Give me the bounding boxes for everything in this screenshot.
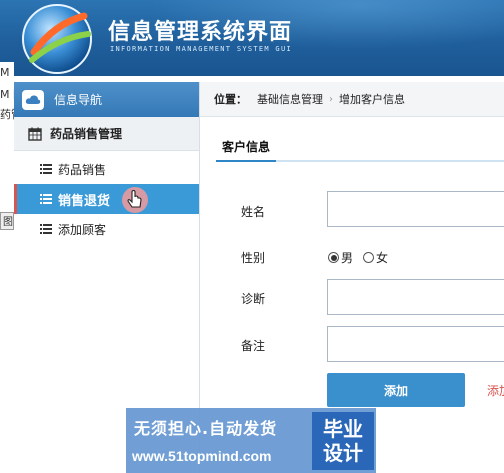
tab-bar: 客户信息 (216, 132, 504, 162)
note-input[interactable] (327, 326, 504, 362)
watermark-badge-line1: 毕业 (323, 417, 363, 441)
breadcrumb: 位置： 基础信息管理 › 增加客户信息 (200, 82, 504, 117)
background-window-edge: M M 图 药管 图 (0, 62, 24, 473)
sidebar-header: 信息导航 (14, 82, 199, 117)
sidebar-group-pharmacy-sales[interactable]: 药品销售管理 (14, 117, 199, 151)
sidebar-item-label: 添加顾客 (58, 222, 107, 237)
watermark-slogan: 无须担心.自动发货 (134, 419, 278, 438)
list-icon (40, 164, 52, 174)
list-icon (40, 224, 52, 234)
hand-cursor-icon (122, 187, 148, 213)
gender-male-label: 男 (341, 251, 354, 265)
edge-text-4: 图 (0, 212, 14, 230)
watermark-badge: 毕业 设计 (312, 412, 374, 470)
name-label: 姓名 (241, 205, 266, 219)
add-button[interactable]: 添加 (327, 373, 465, 407)
edge-text-1: M (0, 66, 10, 79)
tab-customer-info[interactable]: 客户信息 (216, 138, 277, 162)
sidebar-item-drug-sales[interactable]: 药品销售 (14, 154, 199, 184)
sidebar-item-sales-return[interactable]: 销售退货 (14, 184, 199, 214)
list-icon (40, 194, 52, 204)
add-link[interactable]: 添加 (487, 382, 504, 399)
sidebar-item-label: 药品销售 (58, 162, 107, 177)
chevron-right-icon: › (329, 93, 333, 105)
watermark-badge-line2: 设计 (323, 441, 363, 465)
breadcrumb-parent[interactable]: 基础信息管理 (257, 91, 323, 107)
gender-male-radio[interactable] (328, 252, 339, 263)
breadcrumb-current: 增加客户信息 (339, 93, 405, 106)
sidebar-group-label: 药品销售管理 (50, 127, 123, 141)
app-title: 信息管理系统界面 (108, 20, 293, 45)
sidebar-item-label: 销售退货 (58, 193, 111, 209)
diagnosis-label: 诊断 (241, 292, 266, 306)
gender-female-radio[interactable] (363, 252, 375, 263)
name-input[interactable] (327, 191, 504, 227)
gender-female-label: 女 (376, 251, 389, 265)
watermark-url: www.51topmind.com (132, 448, 272, 464)
breadcrumb-label: 位置： (214, 93, 247, 106)
app-subtitle: INFORMATION MANAGEMENT SYSTEM GUI (110, 45, 292, 53)
note-label: 备注 (241, 339, 266, 353)
globe-logo-icon (22, 4, 92, 74)
app-header: 信息管理系统界面 INFORMATION MANAGEMENT SYSTEM G… (0, 0, 504, 76)
diagnosis-input[interactable] (327, 279, 504, 315)
sidebar-title: 信息导航 (54, 93, 103, 107)
watermark-banner: 无须担心.自动发货 www.51topmind.com 毕业 设计 (126, 408, 376, 473)
sidebar-item-add-customer[interactable]: 添加顾客 (14, 214, 199, 244)
cloud-icon (22, 89, 44, 110)
gender-label: 性别 (241, 251, 266, 265)
calendar-icon (28, 127, 42, 141)
gender-radio-group: 男 女 (328, 249, 398, 266)
